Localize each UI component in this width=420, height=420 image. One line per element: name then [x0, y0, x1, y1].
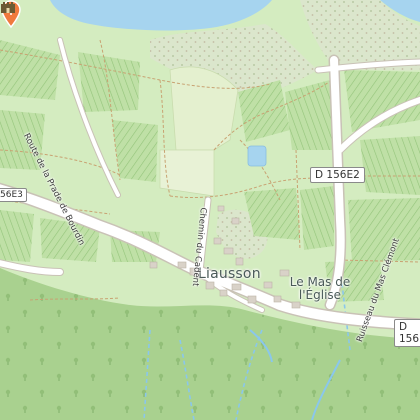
- hamlet-label-le-mas-de-leglise: Le Mas de l'Église: [289, 275, 351, 302]
- road-shield-d156: D 156: [394, 319, 420, 347]
- castle-icon[interactable]: [0, 0, 16, 14]
- map-canvas[interactable]: Liausson Le Mas de l'Église Route de la …: [0, 0, 420, 420]
- village-label-liausson: Liausson: [198, 266, 261, 282]
- road-shield-d156e2: D 156E2: [310, 167, 365, 183]
- road-shield-d156e3: 56E3: [0, 188, 27, 202]
